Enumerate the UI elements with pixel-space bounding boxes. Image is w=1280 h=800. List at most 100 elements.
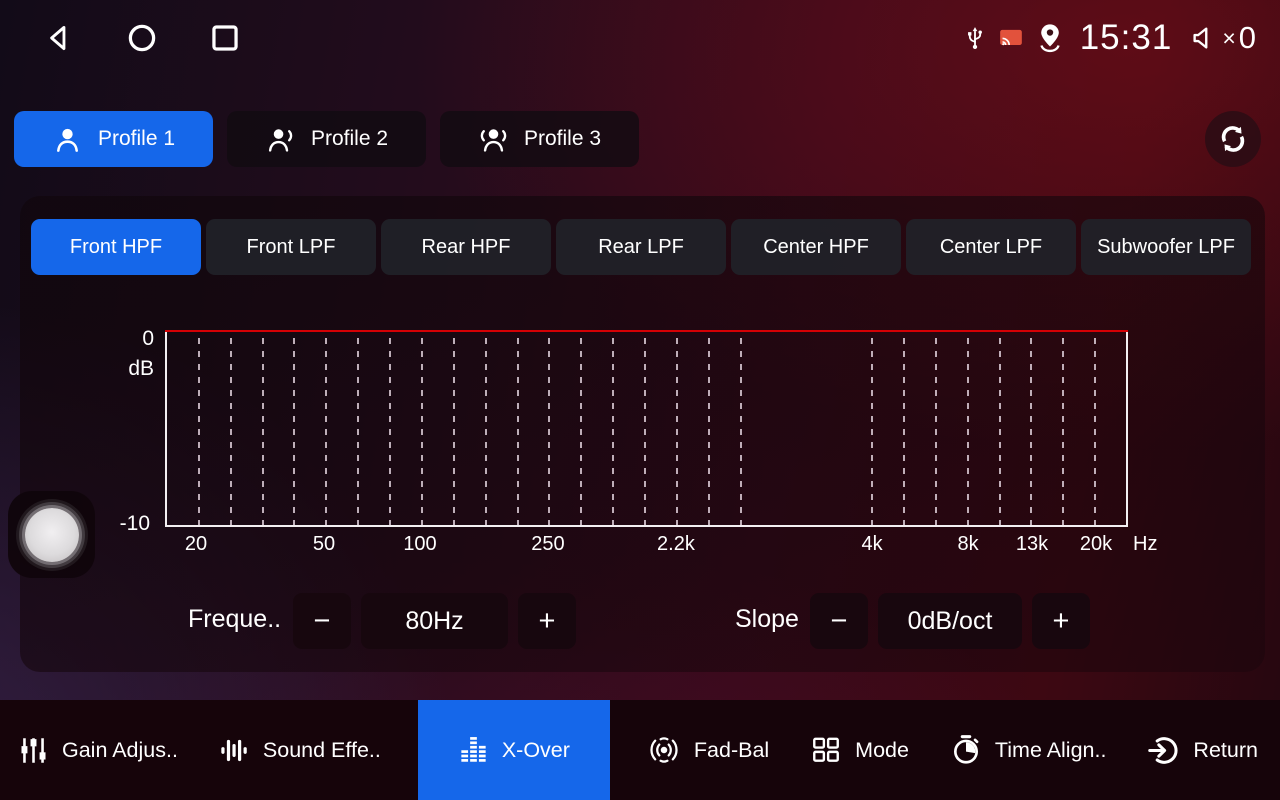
frequency-gridline [389,338,391,525]
back-icon[interactable] [42,21,76,55]
frequency-gridline [1062,338,1064,525]
filter-tab-rear-lpf[interactable]: Rear LPF [556,219,726,275]
frequency-gridline [517,338,519,525]
nav-item-x-over[interactable]: X-Over [418,700,610,800]
frequency-gridline [740,338,742,525]
nav-item-label: Gain Adjus.. [62,738,178,763]
x-axis-tick: 4k [861,533,882,556]
filter-tab-label: Rear HPF [422,236,511,259]
speaker-muted-icon [1189,23,1219,53]
slope-minus-button[interactable]: − [810,593,868,649]
filter-tab-label: Center HPF [763,236,869,259]
floating-assist-button[interactable] [8,491,95,578]
frequency-gridline [548,338,550,525]
filter-tab-center-hpf[interactable]: Center HPF [731,219,901,275]
frequency-response-plot[interactable] [165,330,1128,527]
location-icon [1034,21,1066,55]
frequency-gridline [421,338,423,525]
refresh-button[interactable] [1205,111,1261,167]
frequency-value: 80Hz [361,593,508,649]
y-axis-min-label: -10 [100,512,150,536]
frequency-gridline [935,338,937,525]
profile-user-arcs-icon [478,124,509,155]
system-nav-buttons [42,21,242,55]
frequency-gridline [293,338,295,525]
filter-tab-label: Center LPF [940,236,1042,259]
y-axis-max-label: 0 [104,327,154,351]
nav-item-sound-effe[interactable]: Sound Effe.. [215,700,385,800]
frequency-gridline [967,338,969,525]
nav-item-time-align[interactable]: Time Align.. [946,700,1111,800]
nav-item-label: X-Over [502,738,570,763]
home-icon[interactable] [125,21,159,55]
mode-grid-icon [810,734,842,766]
profile-tab-1[interactable]: Profile 1 [14,111,213,167]
frequency-label: Freque.. [188,605,281,634]
filter-tab-rear-hpf[interactable]: Rear HPF [381,219,551,275]
equalizer-bars-icon [458,735,489,766]
frequency-gridline [644,338,646,525]
frequency-plus-button[interactable]: + [518,593,576,649]
frequency-gridline [580,338,582,525]
usb-icon [962,22,988,54]
head-unit-screen: 15:31 × 0 Profile 1 Profile 2 Profile 3 [0,0,1280,800]
x-axis-tick: 13k [1016,533,1048,556]
gain-sliders-icon [18,735,49,766]
frequency-gridline [198,338,200,525]
refresh-icon [1216,122,1250,156]
y-axis-unit-label: dB [104,357,154,381]
volume-level: 0 [1239,20,1256,56]
profile-tab-label: Profile 3 [524,127,601,151]
profile-tab-label: Profile 2 [311,127,388,151]
response-curve-0db [165,330,1128,332]
filter-tab-label: Subwoofer LPF [1097,236,1235,259]
x-axis-ticks: 20501002502.2k4k8k13k20k [165,533,1128,561]
frequency-gridline [1030,338,1032,525]
filter-tab-subwoofer-lpf[interactable]: Subwoofer LPF [1081,219,1251,275]
frequency-gridline [612,338,614,525]
frequency-gridline [357,338,359,525]
frequency-gridline [708,338,710,525]
nav-item-label: Mode [855,738,909,763]
return-arrow-icon [1147,734,1180,767]
x-axis-unit-label: Hz [1133,533,1157,556]
cast-icon [997,25,1025,51]
nav-item-label: Fad-Bal [694,738,769,763]
filter-tab-front-hpf[interactable]: Front HPF [31,219,201,275]
filter-tab-center-lpf[interactable]: Center LPF [906,219,1076,275]
status-bar: 15:31 × 0 [0,0,1280,76]
frequency-gridline [871,338,873,525]
x-axis-tick: 250 [531,533,564,556]
frequency-gridline [903,338,905,525]
clock: 15:31 [1080,18,1173,58]
nav-item-fad-bal[interactable]: Fad-Bal [643,700,773,800]
recents-icon[interactable] [208,21,242,55]
x-axis-tick: 100 [403,533,436,556]
frequency-gridline [1094,338,1096,525]
x-axis-tick: 8k [957,533,978,556]
knob-circle-icon [25,508,79,562]
nav-item-label: Return [1193,738,1258,763]
nav-item-gain-adjus[interactable]: Gain Adjus.. [14,700,182,800]
bottom-nav-bar: Gain Adjus.. Sound Effe.. X-Over Fad-Bal Mod… [0,700,1280,800]
nav-item-label: Time Align.. [995,738,1107,763]
profile-tab-3[interactable]: Profile 3 [440,111,639,167]
frequency-gridline [453,338,455,525]
frequency-minus-button[interactable]: − [293,593,351,649]
profile-tab-2[interactable]: Profile 2 [227,111,426,167]
fader-balance-icon [647,733,681,767]
filter-tab-front-lpf[interactable]: Front LPF [206,219,376,275]
nav-item-return[interactable]: Return [1143,700,1262,800]
x-axis-tick: 20k [1080,533,1112,556]
sound-waveform-icon [219,735,250,766]
stopwatch-icon [950,734,982,766]
profiles-row: Profile 1 Profile 2 Profile 3 [14,111,1261,167]
slope-plus-button[interactable]: + [1032,593,1090,649]
nav-item-mode[interactable]: Mode [806,700,913,800]
frequency-gridline [230,338,232,525]
x-axis-tick: 20 [185,533,207,556]
frequency-gridline [325,338,327,525]
frequency-gridline [485,338,487,525]
frequency-gridline [262,338,264,525]
volume-mute-x: × [1222,25,1235,52]
